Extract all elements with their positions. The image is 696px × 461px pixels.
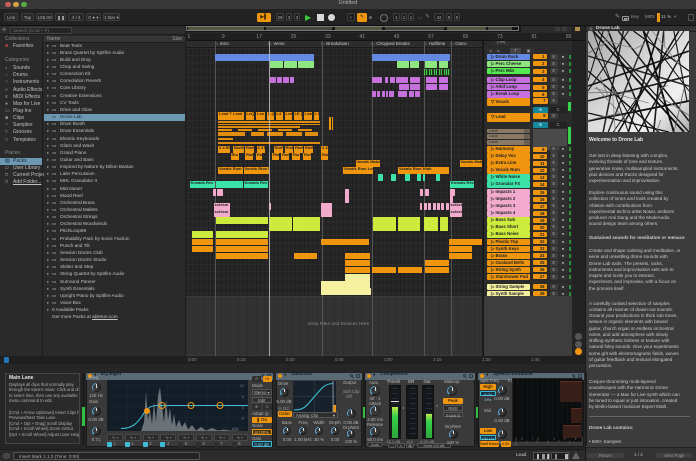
svg-text:12: 12 [240, 384, 244, 388]
svg-text:0: 0 [242, 406, 244, 410]
svg-text:6: 6 [242, 395, 244, 399]
svg-text:kHz: kHz [232, 427, 239, 431]
svg-text:-6: -6 [241, 416, 244, 420]
